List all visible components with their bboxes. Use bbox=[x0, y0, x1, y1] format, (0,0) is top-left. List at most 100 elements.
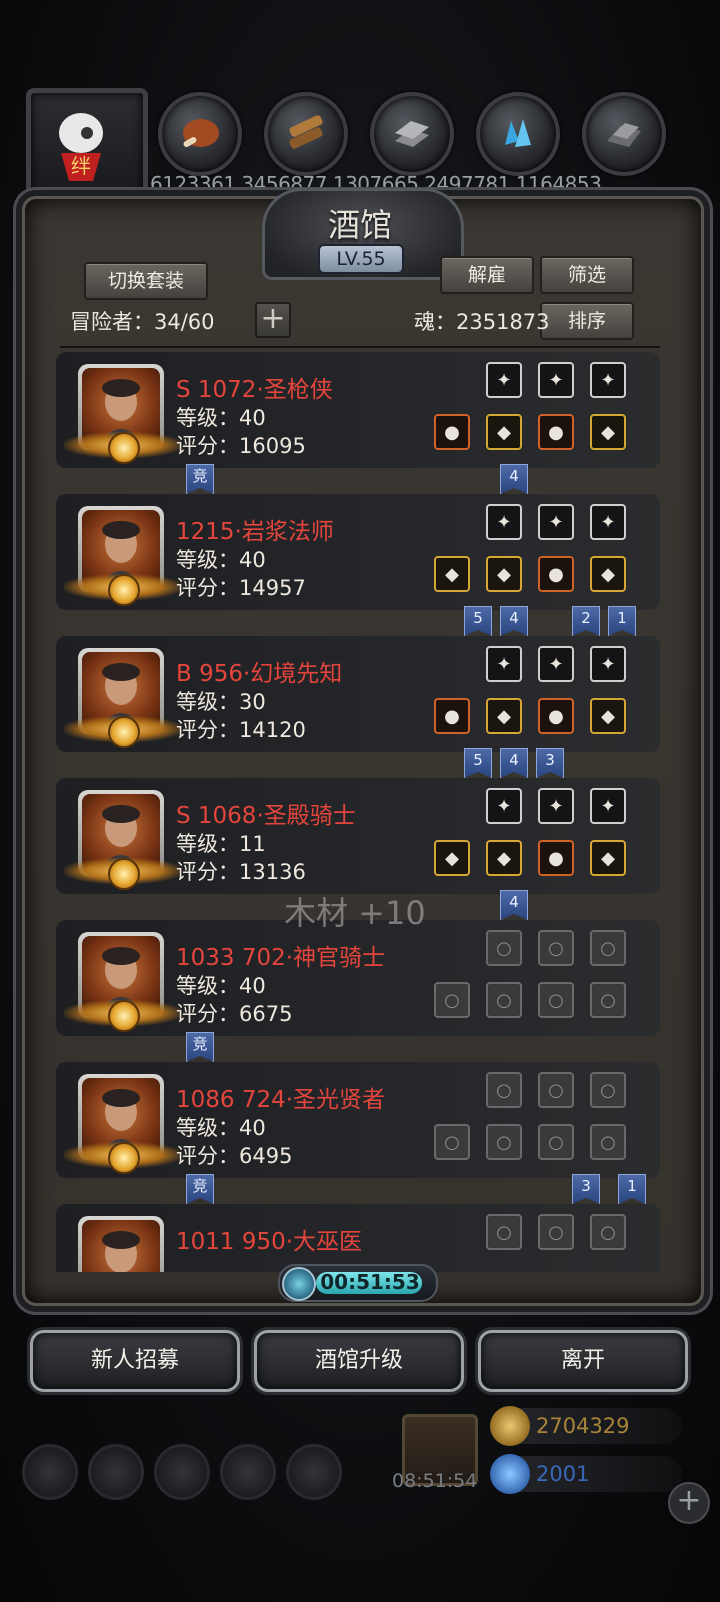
hero-card[interactable]: 1011 950·大巫医 ○ ○ ○ bbox=[56, 1204, 660, 1272]
recruit-button[interactable]: 新人招募 bbox=[30, 1330, 240, 1392]
hero-card[interactable]: S 1072·圣枪侠 等级：40 评分：16095 ✦ ✦ ✦ ● ◆ ● ◆ bbox=[56, 352, 660, 468]
set-count-tag: 1 bbox=[608, 606, 636, 636]
set-count-tag: 5 bbox=[464, 606, 492, 636]
hero-name: 1033 702·神官骑士 bbox=[176, 945, 386, 971]
hero-name: 1215·岩浆法师 bbox=[176, 519, 334, 545]
gear-slot[interactable]: ✦ bbox=[486, 362, 522, 398]
avatar-badge-icon: 绊 bbox=[59, 113, 103, 181]
gear-slot[interactable]: ◆ bbox=[590, 414, 626, 450]
empty-gear-slot[interactable]: ○ bbox=[538, 1214, 574, 1250]
gear-slot[interactable]: ◆ bbox=[486, 556, 522, 592]
empty-gear-slot[interactable]: ○ bbox=[590, 982, 626, 1018]
add-currency-button[interactable]: + bbox=[668, 1482, 710, 1524]
rank-medal-icon bbox=[108, 432, 140, 464]
hero-score: 评分：6675 bbox=[176, 1002, 293, 1026]
menu-icon-2[interactable] bbox=[88, 1444, 144, 1500]
empty-gear-slot[interactable]: ○ bbox=[434, 982, 470, 1018]
filter-button[interactable]: 筛选 bbox=[540, 256, 634, 294]
hero-list[interactable]: S 1072·圣枪侠 等级：40 评分：16095 ✦ ✦ ✦ ● ◆ ● ◆ 竞 4 1215·岩浆法… bbox=[56, 352, 660, 1272]
gear-slot[interactable]: ✦ bbox=[486, 788, 522, 824]
adventurer-count: 冒险者：34/60 bbox=[70, 310, 215, 334]
gear-slot[interactable]: ● bbox=[538, 840, 574, 876]
hero-card[interactable]: S 1068·圣殿骑士 等级：11 评分：13136 ✦ ✦ ✦ ◆ ◆ ● ◆ bbox=[56, 778, 660, 894]
set-count-tag: 4 bbox=[500, 606, 528, 636]
gem-display: 2001 bbox=[490, 1454, 682, 1494]
gear-slot[interactable]: ✦ bbox=[538, 504, 574, 540]
gear-slot[interactable]: ◆ bbox=[486, 840, 522, 876]
gear-slot[interactable]: ✦ bbox=[486, 646, 522, 682]
timer-text: 00:51:53 bbox=[320, 1270, 420, 1294]
gear-slot[interactable]: ◆ bbox=[590, 840, 626, 876]
gear-slot[interactable]: ◆ bbox=[486, 414, 522, 450]
iron-icon[interactable] bbox=[370, 92, 454, 176]
hero-score: 评分：14120 bbox=[176, 718, 306, 742]
empty-gear-slot[interactable]: ○ bbox=[486, 1124, 522, 1160]
leave-button[interactable]: 离开 bbox=[478, 1330, 688, 1392]
switch-set-button[interactable]: 切换套装 bbox=[84, 262, 208, 300]
empty-gear-slot[interactable]: ○ bbox=[486, 982, 522, 1018]
empty-gear-slot[interactable]: ○ bbox=[538, 930, 574, 966]
wood-icon[interactable] bbox=[264, 92, 348, 176]
empty-gear-slot[interactable]: ○ bbox=[486, 1214, 522, 1250]
set-count-tag: 3 bbox=[572, 1174, 600, 1204]
gold-value: 2704329 bbox=[536, 1414, 630, 1438]
settings-icon[interactable] bbox=[22, 1444, 78, 1500]
hero-card[interactable]: B 956·幻境先知 等级：30 评分：14120 ✦ ✦ ✦ ● ◆ ● ◆ bbox=[56, 636, 660, 752]
empty-gear-slot[interactable]: ○ bbox=[486, 930, 522, 966]
gear-slot[interactable]: ● bbox=[434, 698, 470, 734]
crystal-icon[interactable] bbox=[476, 92, 560, 176]
empty-gear-slot[interactable]: ○ bbox=[434, 1124, 470, 1160]
gear-slot[interactable]: ✦ bbox=[486, 504, 522, 540]
set-count-tag: 4 bbox=[500, 464, 528, 494]
hero-portrait[interactable] bbox=[78, 1216, 164, 1272]
gear-slot[interactable]: ✦ bbox=[590, 362, 626, 398]
hero-level: 等级：30 bbox=[176, 690, 266, 714]
menu-icon-3[interactable] bbox=[154, 1444, 210, 1500]
gear-slot[interactable]: ✦ bbox=[538, 646, 574, 682]
gear-slot[interactable]: ● bbox=[434, 414, 470, 450]
clock-icon bbox=[282, 1267, 316, 1301]
add-slot-button[interactable]: + bbox=[255, 302, 291, 338]
gear-slot[interactable]: ✦ bbox=[590, 646, 626, 682]
gear-slot[interactable]: ✦ bbox=[538, 788, 574, 824]
gear-slot[interactable]: ● bbox=[538, 414, 574, 450]
upgrade-tavern-button[interactable]: 酒馆升级 bbox=[254, 1330, 464, 1392]
gift-timer: 08:51:54 bbox=[392, 1470, 478, 1492]
hero-card[interactable]: 1086 724·圣光贤者 等级：40 评分：6495 ○ ○ ○ ○ ○ ○ ○ bbox=[56, 1062, 660, 1178]
hero-level: 等级：40 bbox=[176, 406, 266, 430]
tavern-timer: 00:51:53 bbox=[278, 1264, 438, 1302]
stone-icon[interactable] bbox=[582, 92, 666, 176]
gear-slot[interactable]: ◆ bbox=[590, 698, 626, 734]
empty-gear-slot[interactable]: ○ bbox=[486, 1072, 522, 1108]
mail-icon[interactable] bbox=[220, 1444, 276, 1500]
divider bbox=[60, 346, 660, 348]
gear-slot[interactable]: ◆ bbox=[434, 840, 470, 876]
player-avatar[interactable]: 绊 bbox=[26, 88, 148, 206]
gear-slot[interactable]: ✦ bbox=[590, 504, 626, 540]
gold-display: 2704329 bbox=[490, 1406, 682, 1446]
hero-card[interactable]: 1215·岩浆法师 等级：40 评分：14957 ✦ ✦ ✦ ◆ ◆ ● ◆ bbox=[56, 494, 660, 610]
hero-name: S 1072·圣枪侠 bbox=[176, 377, 333, 403]
menu-icon-5[interactable] bbox=[286, 1444, 342, 1500]
gear-slot[interactable]: ◆ bbox=[590, 556, 626, 592]
gear-slot[interactable]: ● bbox=[538, 556, 574, 592]
empty-gear-slot[interactable]: ○ bbox=[590, 1124, 626, 1160]
meat-icon[interactable] bbox=[158, 92, 242, 176]
set-count-tag: 4 bbox=[500, 748, 528, 778]
dismiss-button[interactable]: 解雇 bbox=[440, 256, 534, 294]
gear-slot[interactable]: ◆ bbox=[434, 556, 470, 592]
empty-gear-slot[interactable]: ○ bbox=[590, 1214, 626, 1250]
empty-gear-slot[interactable]: ○ bbox=[538, 1072, 574, 1108]
gear-slot[interactable]: ◆ bbox=[486, 698, 522, 734]
empty-gear-slot[interactable]: ○ bbox=[590, 930, 626, 966]
gear-slot[interactable]: ✦ bbox=[538, 362, 574, 398]
empty-gear-slot[interactable]: ○ bbox=[538, 1124, 574, 1160]
gear-slot[interactable]: ● bbox=[538, 698, 574, 734]
wood-gain-popup: 木材 +10 bbox=[284, 894, 426, 932]
empty-gear-slot[interactable]: ○ bbox=[590, 1072, 626, 1108]
hero-card[interactable]: 1033 702·神官骑士 等级：40 评分：6675 ○ ○ ○ ○ ○ ○ ○ bbox=[56, 920, 660, 1036]
sort-button[interactable]: 排序 bbox=[540, 302, 634, 340]
gear-slot[interactable]: ✦ bbox=[590, 788, 626, 824]
empty-gear-slot[interactable]: ○ bbox=[538, 982, 574, 1018]
hero-name: 1086 724·圣光贤者 bbox=[176, 1087, 386, 1113]
